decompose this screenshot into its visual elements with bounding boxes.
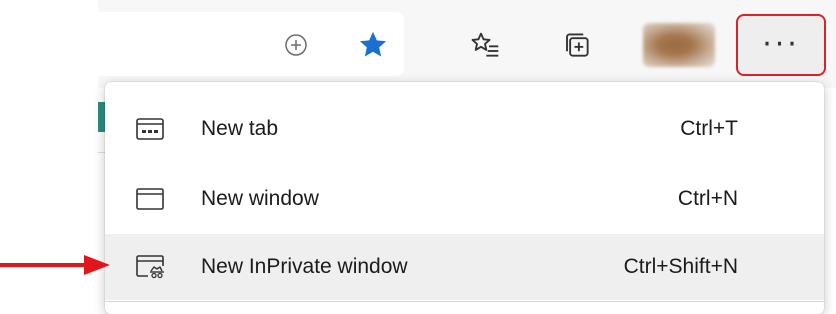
star-icon[interactable] (356, 28, 390, 62)
browser-toolbar: ··· (98, 0, 836, 88)
favorites-list-icon[interactable] (468, 28, 502, 62)
ellipsis-icon: ··· (762, 27, 800, 62)
new-window-icon (132, 181, 168, 217)
inprivate-window-icon (132, 249, 168, 285)
profile-avatar[interactable] (643, 23, 715, 67)
address-bar[interactable] (98, 12, 404, 76)
menu-item-new-tab[interactable]: New tab Ctrl+T (105, 94, 824, 164)
menu-item-label: New tab (201, 117, 279, 140)
menu-divider (105, 301, 824, 302)
more-button[interactable]: ··· (736, 14, 826, 76)
menu-item-label: New window (201, 187, 319, 210)
menu-item-shortcut: Ctrl+Shift+N (623, 255, 738, 278)
menu-item-label: New InPrivate window (201, 255, 408, 278)
menu-item-new-window[interactable]: New window Ctrl+N (105, 164, 824, 234)
collections-icon[interactable] (560, 28, 594, 62)
menu-item-new-inprivate-window[interactable]: New InPrivate window Ctrl+Shift+N (105, 234, 824, 300)
add-favorite-icon[interactable] (283, 32, 309, 58)
settings-menu: New tab Ctrl+T New window Ctrl+N New InP… (105, 82, 824, 314)
menu-item-shortcut: Ctrl+N (677, 187, 738, 210)
menu-item-shortcut: Ctrl+T (680, 117, 738, 140)
annotation-arrow-icon (0, 255, 110, 275)
new-tab-icon (132, 111, 168, 147)
